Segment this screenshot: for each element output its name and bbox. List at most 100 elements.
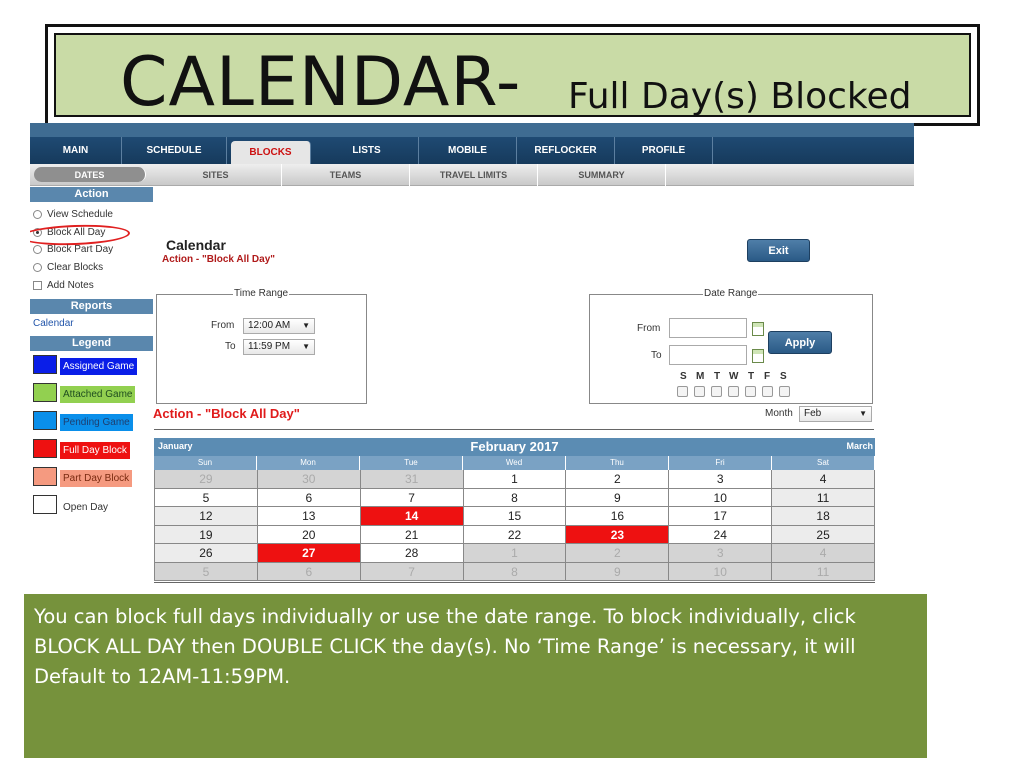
calendar-day[interactable]: 2 <box>566 470 670 489</box>
legend-swatch-pending <box>33 411 57 430</box>
action-header: Action <box>30 187 153 202</box>
subtab-dates[interactable]: DATES <box>34 167 146 182</box>
subtab-sites[interactable]: SITES <box>150 164 282 186</box>
calendar-day[interactable]: 11 <box>772 562 876 581</box>
tab-schedule[interactable]: SCHEDULE <box>122 137 227 164</box>
calendar-day[interactable]: 30 <box>257 470 361 489</box>
calendar-day[interactable]: 15 <box>463 507 567 526</box>
tab-profile[interactable]: PROFILE <box>615 137 713 164</box>
time-from-select[interactable]: 12:00 AM ▼ <box>243 318 315 334</box>
date-from-label: From <box>637 323 661 334</box>
calendar-day[interactable]: 16 <box>566 507 670 526</box>
sub-nav: DATES SITES TEAMS TRAVEL LIMITS SUMMARY <box>30 164 914 186</box>
calendar-day[interactable]: 13 <box>257 507 361 526</box>
subtab-summary[interactable]: SUMMARY <box>538 164 666 186</box>
month-select[interactable]: Feb ▼ <box>799 406 872 422</box>
option-block-part-day[interactable]: Block Part Day <box>33 244 113 255</box>
option-clear-blocks[interactable]: Clear Blocks <box>33 262 103 273</box>
calendar-day[interactable]: 11 <box>772 488 876 507</box>
calendar-day[interactable]: 9 <box>566 488 670 507</box>
day-header: Sat <box>772 456 875 470</box>
slide-title-box: CALENDAR- Full Day(s) Blocked <box>54 33 971 122</box>
time-from-label: From <box>211 320 235 331</box>
calendar-day[interactable]: 1 <box>463 470 567 489</box>
calendar-week: 12 13 14 15 16 17 18 <box>154 507 876 526</box>
day-header: Wed <box>463 456 566 470</box>
tab-reflocker[interactable]: REFLOCKER <box>517 137 615 164</box>
calendar-day[interactable]: 12 <box>154 507 258 526</box>
radio-icon[interactable] <box>33 263 42 272</box>
calendar-day[interactable]: 20 <box>257 525 361 544</box>
tab-lists[interactable]: LISTS <box>315 137 419 164</box>
weekday-checkbox[interactable] <box>779 386 790 397</box>
page-title: Calendar <box>166 237 226 253</box>
slide-title: CALENDAR- <box>120 43 522 122</box>
calendar-day[interactable]: 6 <box>257 488 361 507</box>
calendar-day[interactable]: 3 <box>669 544 773 563</box>
radio-icon[interactable] <box>33 245 42 254</box>
legend-label-full-day: Full Day Block <box>60 442 130 459</box>
calendar-day[interactable]: 22 <box>463 525 567 544</box>
calendar-day[interactable]: 5 <box>154 562 258 581</box>
calendar-day[interactable]: 3 <box>669 470 773 489</box>
reports-calendar-link[interactable]: Calendar <box>33 318 74 329</box>
option-add-notes[interactable]: Add Notes <box>33 280 94 291</box>
tab-mobile[interactable]: MOBILE <box>419 137 517 164</box>
weekday-checkbox[interactable] <box>762 386 773 397</box>
calendar-day[interactable]: 6 <box>257 562 361 581</box>
subtab-travel-limits[interactable]: TRAVEL LIMITS <box>410 164 538 186</box>
time-range-legend: Time Range <box>233 288 290 299</box>
calendar-day[interactable]: 31 <box>360 470 464 489</box>
calendar-day[interactable]: 18 <box>772 507 876 526</box>
next-month-link[interactable]: March <box>846 441 873 451</box>
calendar-day[interactable]: 19 <box>154 525 258 544</box>
legend-swatch-attached <box>33 383 57 402</box>
calendar-day[interactable]: 26 <box>154 544 258 563</box>
weekday-checkbox[interactable] <box>745 386 756 397</box>
date-to-input[interactable] <box>669 345 747 365</box>
calendar-day[interactable]: 28 <box>360 544 464 563</box>
calendar-day[interactable]: 21 <box>360 525 464 544</box>
calendar-day[interactable]: 7 <box>360 562 464 581</box>
time-to-select[interactable]: 11:59 PM ▼ <box>243 339 315 355</box>
calendar-day[interactable]: 25 <box>772 525 876 544</box>
tab-main[interactable]: MAIN <box>30 137 122 164</box>
tab-blocks[interactable]: BLOCKS <box>231 141 311 164</box>
calendar-day[interactable]: 10 <box>669 562 773 581</box>
calendar-day[interactable]: 24 <box>669 525 773 544</box>
day-header: Tue <box>360 456 463 470</box>
calendar-footer-line <box>154 582 875 583</box>
calendar-day[interactable]: 17 <box>669 507 773 526</box>
date-from-input[interactable] <box>669 318 747 338</box>
weekday-label: S <box>780 371 787 382</box>
weekday-checkbox[interactable] <box>677 386 688 397</box>
calendar-day-full-block[interactable]: 27 <box>257 544 361 563</box>
weekday-checkbox[interactable] <box>694 386 705 397</box>
calendar-day[interactable]: 2 <box>566 544 670 563</box>
subtab-teams[interactable]: TEAMS <box>282 164 410 186</box>
calendar-day[interactable]: 9 <box>566 562 670 581</box>
calendar-icon[interactable] <box>752 322 764 336</box>
weekday-checkbox[interactable] <box>728 386 739 397</box>
weekday-checkbox[interactable] <box>711 386 722 397</box>
calendar-day[interactable]: 8 <box>463 488 567 507</box>
calendar-day-full-block[interactable]: 14 <box>360 507 464 526</box>
apply-button[interactable]: Apply <box>768 331 832 354</box>
action-banner: Action - "Block All Day" <box>153 406 300 421</box>
calendar-day[interactable]: 7 <box>360 488 464 507</box>
calendar-day-full-block[interactable]: 23 <box>566 525 670 544</box>
option-label: Add Notes <box>47 280 94 291</box>
calendar-day[interactable]: 1 <box>463 544 567 563</box>
option-view-schedule[interactable]: View Schedule <box>33 209 113 220</box>
calendar-day[interactable]: 4 <box>772 544 876 563</box>
calendar-day[interactable]: 8 <box>463 562 567 581</box>
divider <box>154 429 874 430</box>
calendar-day[interactable]: 10 <box>669 488 773 507</box>
calendar-icon[interactable] <box>752 349 764 363</box>
calendar-day[interactable]: 4 <box>772 470 876 489</box>
calendar-day[interactable]: 5 <box>154 488 258 507</box>
checkbox-icon[interactable] <box>33 281 42 290</box>
exit-button[interactable]: Exit <box>747 239 810 262</box>
radio-icon[interactable] <box>33 210 42 219</box>
calendar-day[interactable]: 29 <box>154 470 258 489</box>
